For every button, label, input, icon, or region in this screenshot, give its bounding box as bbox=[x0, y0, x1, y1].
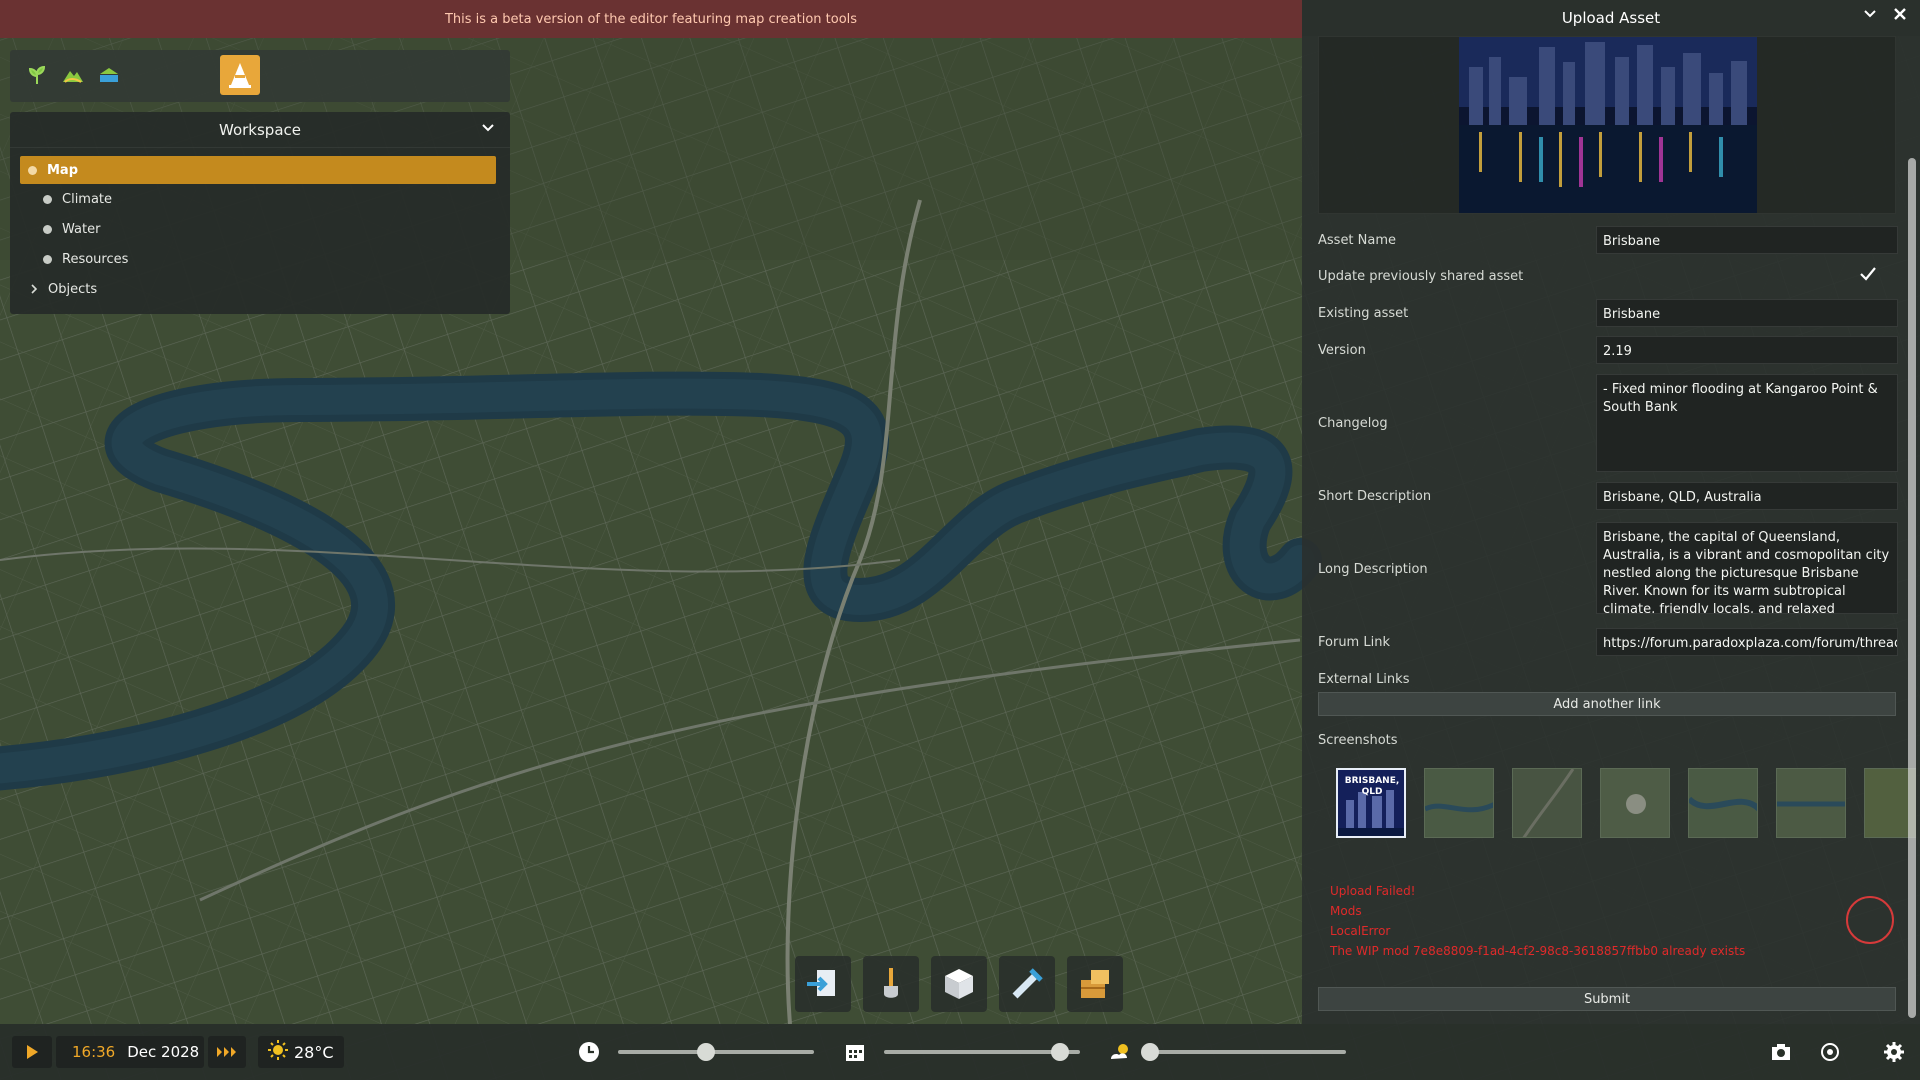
existing-asset-label: Existing asset bbox=[1318, 305, 1409, 321]
sprout-icon[interactable] bbox=[24, 62, 50, 88]
add-link-button[interactable]: Add another link bbox=[1318, 692, 1896, 716]
loading-spinner-icon bbox=[1846, 896, 1894, 944]
short-description-label: Short Description bbox=[1318, 488, 1432, 504]
screenshot-thumb[interactable] bbox=[1512, 768, 1582, 838]
shovel-icon[interactable] bbox=[863, 956, 919, 1012]
gear-icon[interactable] bbox=[1882, 1040, 1906, 1064]
crate-icon[interactable] bbox=[1067, 956, 1123, 1012]
long-description-label: Long Description bbox=[1318, 561, 1428, 577]
bullet-icon bbox=[43, 194, 52, 204]
slider-knob[interactable] bbox=[1141, 1043, 1159, 1061]
workspace-panel: Workspace Map Climate Water Resources Ob… bbox=[10, 112, 510, 314]
update-label: Update previously shared asset bbox=[1318, 268, 1524, 284]
external-links-label: External Links bbox=[1318, 671, 1410, 687]
error-message: Mods bbox=[1330, 904, 1362, 918]
short-description-field[interactable]: Brisbane, QLD, Australia bbox=[1596, 482, 1898, 510]
beta-banner-text: This is a beta version of the editor fea… bbox=[444, 11, 858, 27]
screenshots-label: Screenshots bbox=[1318, 732, 1398, 748]
chevron-down-icon[interactable] bbox=[480, 120, 496, 140]
asset-name-label: Asset Name bbox=[1318, 232, 1397, 248]
workspace-item-climate[interactable]: Climate bbox=[10, 184, 510, 214]
scrollbar[interactable] bbox=[1908, 158, 1916, 1018]
water-icon[interactable] bbox=[96, 62, 122, 88]
workspace-item-label: Objects bbox=[48, 281, 98, 297]
panel-title: Upload Asset bbox=[1561, 9, 1661, 27]
asset-name-field[interactable]: Brisbane bbox=[1596, 226, 1898, 254]
version-field[interactable]: 2.19 bbox=[1596, 336, 1898, 364]
camera-icon[interactable] bbox=[1769, 1040, 1793, 1064]
bullet-icon bbox=[43, 224, 52, 234]
play-icon[interactable] bbox=[12, 1036, 52, 1068]
pipe-tool-icon[interactable] bbox=[999, 956, 1055, 1012]
import-icon[interactable] bbox=[795, 956, 851, 1012]
bullet-icon bbox=[28, 165, 37, 175]
screenshots-strip: BRISBANE, QLD bbox=[1336, 768, 1916, 840]
submit-button[interactable]: Submit bbox=[1318, 987, 1896, 1011]
bottom-bar: 16:36 Dec 2028 28°C bbox=[0, 1024, 1920, 1080]
error-message: The WIP mod 7e8e8809-f1ad-4cf2-98c8-3618… bbox=[1330, 944, 1746, 958]
workspace-item-label: Water bbox=[62, 221, 101, 237]
preview-image bbox=[1459, 37, 1757, 213]
changelog-label: Changelog bbox=[1318, 415, 1388, 431]
version-label: Version bbox=[1318, 342, 1366, 358]
forum-link-label: Forum Link bbox=[1318, 634, 1390, 650]
workspace-item-objects[interactable]: Objects bbox=[10, 274, 510, 304]
temperature-display: 28°C bbox=[258, 1036, 344, 1068]
warning-cone-icon[interactable] bbox=[220, 55, 260, 95]
workspace-title: Workspace bbox=[219, 120, 301, 139]
workspace-item-label: Climate bbox=[62, 191, 113, 207]
bullet-icon bbox=[43, 254, 52, 264]
close-icon[interactable] bbox=[1892, 6, 1908, 27]
workspace-header[interactable]: Workspace bbox=[10, 112, 510, 148]
chevron-right-icon[interactable] bbox=[28, 283, 40, 295]
beta-banner: This is a beta version of the editor fea… bbox=[0, 0, 1302, 38]
workspace-item-label: Map bbox=[47, 162, 79, 178]
calendar-icon[interactable] bbox=[843, 1040, 867, 1064]
game-time: 16:36 bbox=[72, 1043, 116, 1061]
game-date: Dec 2028 bbox=[127, 1043, 200, 1061]
update-row: Update previously shared asset bbox=[1318, 262, 1896, 290]
external-links-row: External Links bbox=[1318, 665, 1896, 693]
target-icon[interactable] bbox=[1818, 1040, 1842, 1064]
panel-header: Upload Asset bbox=[1302, 0, 1920, 36]
screenshot-thumb[interactable]: BRISBANE, QLD bbox=[1336, 768, 1406, 838]
fast-forward-icon[interactable] bbox=[208, 1036, 246, 1068]
time-slider[interactable] bbox=[618, 1050, 814, 1054]
workspace-item-water[interactable]: Water bbox=[10, 214, 510, 244]
terrain-icon[interactable] bbox=[60, 62, 86, 88]
screenshot-thumb[interactable] bbox=[1600, 768, 1670, 838]
weather-icon[interactable] bbox=[1109, 1040, 1133, 1064]
error-message: Upload Failed! bbox=[1330, 884, 1416, 898]
screenshot-thumb[interactable] bbox=[1688, 768, 1758, 838]
changelog-field[interactable]: - Fixed minor flooding at Kangaroo Point… bbox=[1596, 374, 1898, 472]
long-description-field[interactable]: Brisbane, the capital of Queensland, Aus… bbox=[1596, 522, 1898, 614]
sun-icon bbox=[268, 1040, 288, 1064]
workspace-item-label: Resources bbox=[62, 251, 129, 267]
editor-toolbar bbox=[10, 50, 510, 102]
chevron-down-icon[interactable] bbox=[1862, 6, 1878, 27]
screenshots-row: Screenshots bbox=[1318, 726, 1896, 754]
weather-slider[interactable] bbox=[1150, 1050, 1346, 1054]
cube-icon[interactable] bbox=[931, 956, 987, 1012]
upload-asset-panel: Upload Asset Asset Name Brisbane Update … bbox=[1302, 0, 1920, 1024]
slider-knob[interactable] bbox=[1051, 1043, 1070, 1061]
workspace-item-resources[interactable]: Resources bbox=[10, 244, 510, 274]
screenshot-thumb[interactable] bbox=[1424, 768, 1494, 838]
time-date-display: 16:36 Dec 2028 bbox=[56, 1036, 204, 1068]
workspace-item-map[interactable]: Map bbox=[20, 156, 496, 184]
forum-link-field[interactable]: https://forum.paradoxplaza.com/forum/thr… bbox=[1596, 628, 1898, 656]
screenshot-thumb-text: BRISBANE, QLD bbox=[1344, 776, 1400, 797]
checkmark-icon[interactable] bbox=[1858, 264, 1878, 289]
error-message: LocalError bbox=[1330, 924, 1391, 938]
screenshot-thumb[interactable] bbox=[1776, 768, 1846, 838]
existing-asset-field[interactable]: Brisbane bbox=[1596, 299, 1898, 327]
slider-knob[interactable] bbox=[697, 1043, 716, 1061]
temperature: 28°C bbox=[294, 1042, 334, 1062]
clock-icon[interactable] bbox=[577, 1040, 601, 1064]
asset-preview bbox=[1318, 36, 1896, 214]
